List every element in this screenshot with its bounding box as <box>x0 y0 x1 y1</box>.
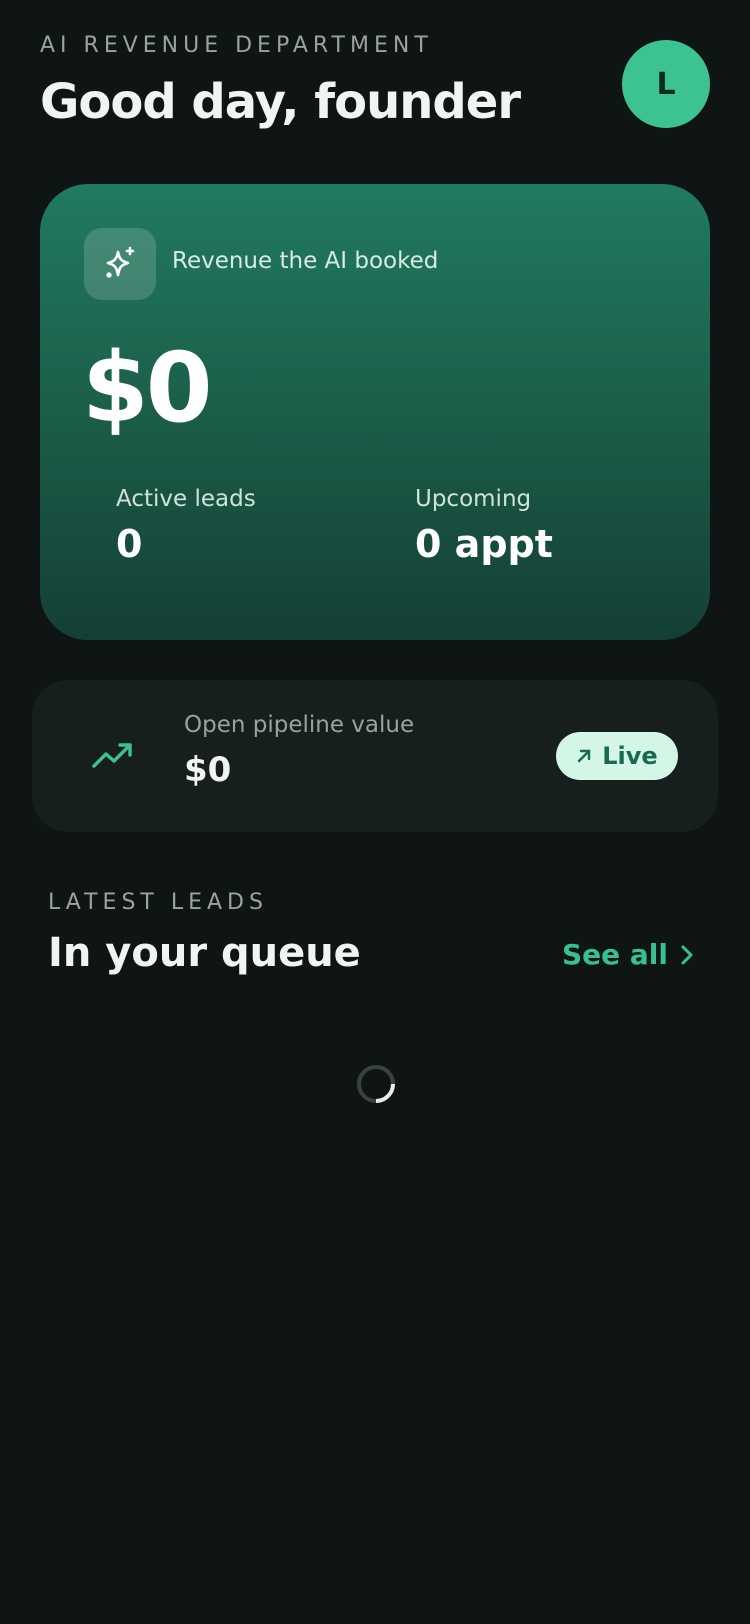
live-badge-label: Live <box>602 742 658 770</box>
active-leads-label: Active leads <box>116 486 256 512</box>
page-eyebrow: AI REVENUE DEPARTMENT <box>40 33 433 58</box>
dashboard-screen: AI REVENUE DEPARTMENT Good day, founder … <box>0 0 750 1624</box>
pipeline-label: Open pipeline value <box>184 712 415 738</box>
page-title: Good day, founder <box>40 74 521 130</box>
pipeline-value: $0 <box>184 750 232 790</box>
live-badge[interactable]: Live <box>556 732 678 780</box>
chevron-right-icon <box>681 945 693 964</box>
upcoming-label: Upcoming <box>415 486 532 512</box>
active-leads-value: 0 <box>116 522 143 566</box>
spinner-icon <box>357 1065 395 1103</box>
see-all-link[interactable]: See all <box>562 938 694 971</box>
sparkle-icon <box>84 228 156 300</box>
avatar[interactable]: L <box>622 40 710 128</box>
revenue-card: Revenue the AI booked $0 Active leads 0 … <box>40 184 710 640</box>
arrow-up-right-icon <box>578 749 591 763</box>
revenue-amount: $0 <box>82 332 213 444</box>
pipeline-card[interactable]: Open pipeline value $0 Live <box>32 680 718 832</box>
see-all-label: See all <box>562 938 668 971</box>
section-title: In your queue <box>48 930 361 976</box>
upcoming-value: 0 appt <box>415 522 553 566</box>
revenue-label: Revenue the AI booked <box>172 248 439 274</box>
section-eyebrow: LATEST LEADS <box>48 890 268 915</box>
trending-up-icon <box>92 743 132 768</box>
